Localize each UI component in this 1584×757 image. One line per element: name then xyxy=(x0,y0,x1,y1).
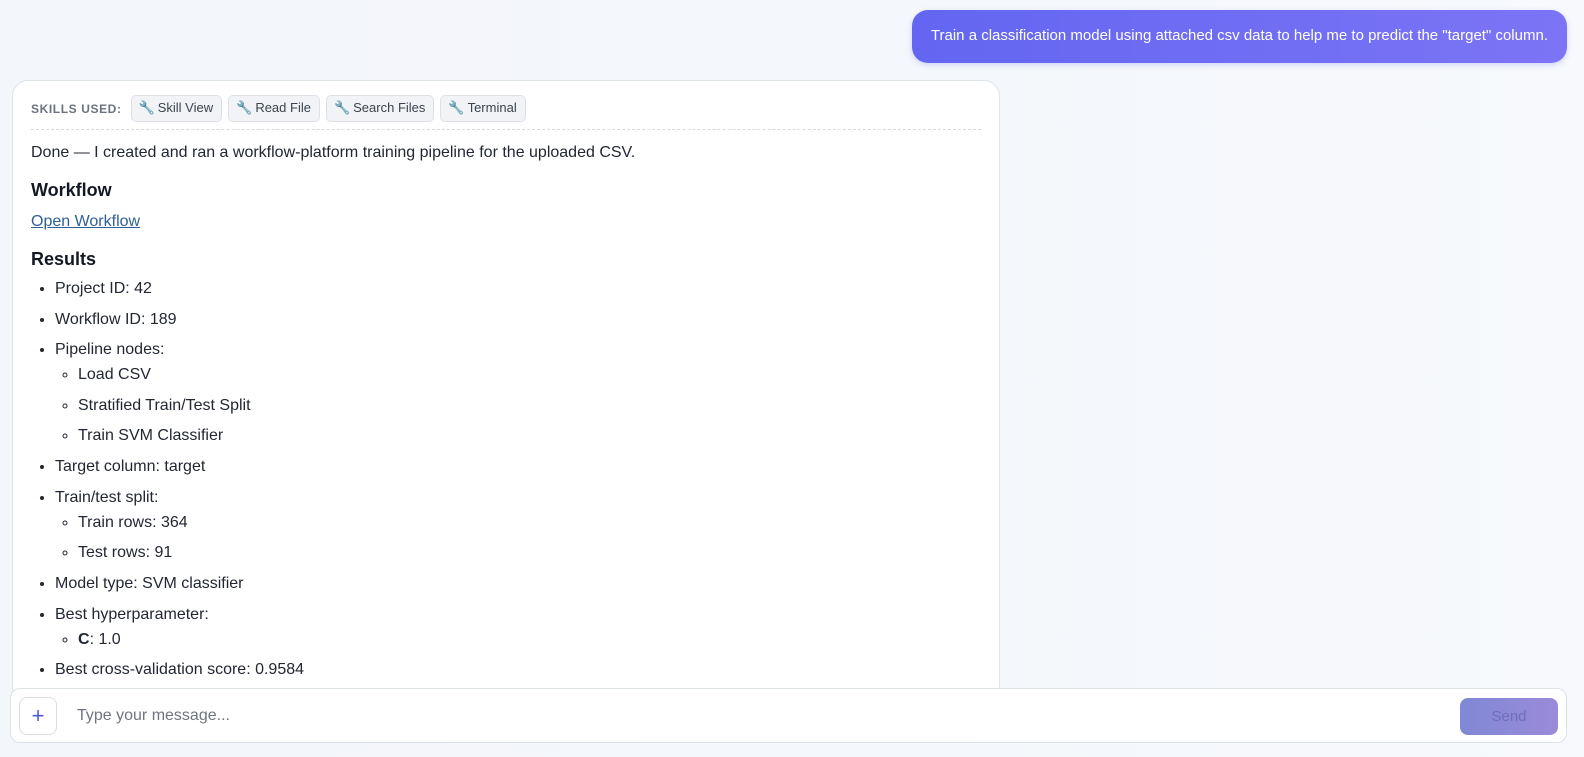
list-item-workflow-id: Workflow ID: 189 xyxy=(55,310,981,330)
pipeline-nodes-label: Pipeline nodes: xyxy=(55,341,165,359)
send-button[interactable]: Send xyxy=(1460,698,1558,735)
workflow-heading: Workflow xyxy=(31,180,112,200)
train-test-split-label: Train/test split: xyxy=(55,488,159,506)
results-list: Project ID: 42 Workflow ID: 189 Pipeline… xyxy=(31,279,981,680)
chat-area: Train a classification model using attac… xyxy=(0,0,1584,693)
wrench-icon: 🔧 xyxy=(448,100,465,115)
skill-chip-label: Terminal xyxy=(467,100,517,115)
list-item-project-id: Project ID: 42 xyxy=(55,279,981,299)
open-workflow-link[interactable]: Open Workflow xyxy=(31,212,140,232)
assistant-message-card: SKILLS USED: 🔧 Skill View 🔧 Read File 🔧 … xyxy=(12,80,1000,693)
split-item: Train rows: 364 xyxy=(78,513,981,533)
message-input[interactable] xyxy=(77,702,1447,730)
skill-chip-terminal[interactable]: 🔧 Terminal xyxy=(440,95,526,122)
hyperparameter-list: C: 1.0 xyxy=(55,630,981,650)
list-item-model-type: Model type: SVM classifier xyxy=(55,574,981,594)
skill-chip-label: Read File xyxy=(255,100,311,115)
hyperparameter-value: : 1.0 xyxy=(89,630,121,648)
user-message-bubble: Train a classification model using attac… xyxy=(911,10,1567,63)
pipeline-nodes-list: Load CSV Stratified Train/Test Split Tra… xyxy=(55,365,981,446)
hyperparameter-item: C: 1.0 xyxy=(78,630,981,650)
skill-chip-read-file[interactable]: 🔧 Read File xyxy=(228,95,320,122)
attach-button[interactable]: + xyxy=(19,697,57,735)
skill-chip-label: Skill View xyxy=(157,100,214,115)
split-list: Train rows: 364 Test rows: 91 xyxy=(55,513,981,564)
skill-chip-label: Search Files xyxy=(353,100,426,115)
list-item-best-hyperparameter: Best hyperparameter: C: 1.0 xyxy=(55,605,981,650)
pipeline-node-item: Load CSV xyxy=(78,365,981,385)
assistant-intro-text: Done — I created and ran a workflow-plat… xyxy=(31,144,636,161)
wrench-icon: 🔧 xyxy=(138,100,155,115)
split-item: Test rows: 91 xyxy=(78,543,981,563)
skills-used-label: SKILLS USED: xyxy=(31,101,122,116)
pipeline-node-item: Train SVM Classifier xyxy=(78,426,981,446)
skills-used-row: SKILLS USED: 🔧 Skill View 🔧 Read File 🔧 … xyxy=(31,95,981,130)
list-item-train-test-split: Train/test split: Train rows: 364 Test r… xyxy=(55,488,981,564)
hyperparameter-name: C xyxy=(78,630,90,648)
wrench-icon: 🔧 xyxy=(333,100,351,115)
best-hyperparameter-label: Best hyperparameter: xyxy=(55,605,209,623)
wrench-icon: 🔧 xyxy=(236,100,253,115)
list-item-cv-score: Best cross-validation score: 0.9584 xyxy=(55,660,981,680)
pipeline-node-item: Stratified Train/Test Split xyxy=(78,396,981,416)
message-composer: + Send xyxy=(10,688,1567,743)
skill-chip-search-files[interactable]: 🔧 Search Files xyxy=(325,95,435,122)
results-heading: Results xyxy=(31,249,97,269)
list-item-pipeline-nodes: Pipeline nodes: Load CSV Stratified Trai… xyxy=(55,340,981,446)
skill-chip-skill-view[interactable]: 🔧 Skill View xyxy=(130,95,223,122)
list-item-target-column: Target column: target xyxy=(55,457,981,477)
